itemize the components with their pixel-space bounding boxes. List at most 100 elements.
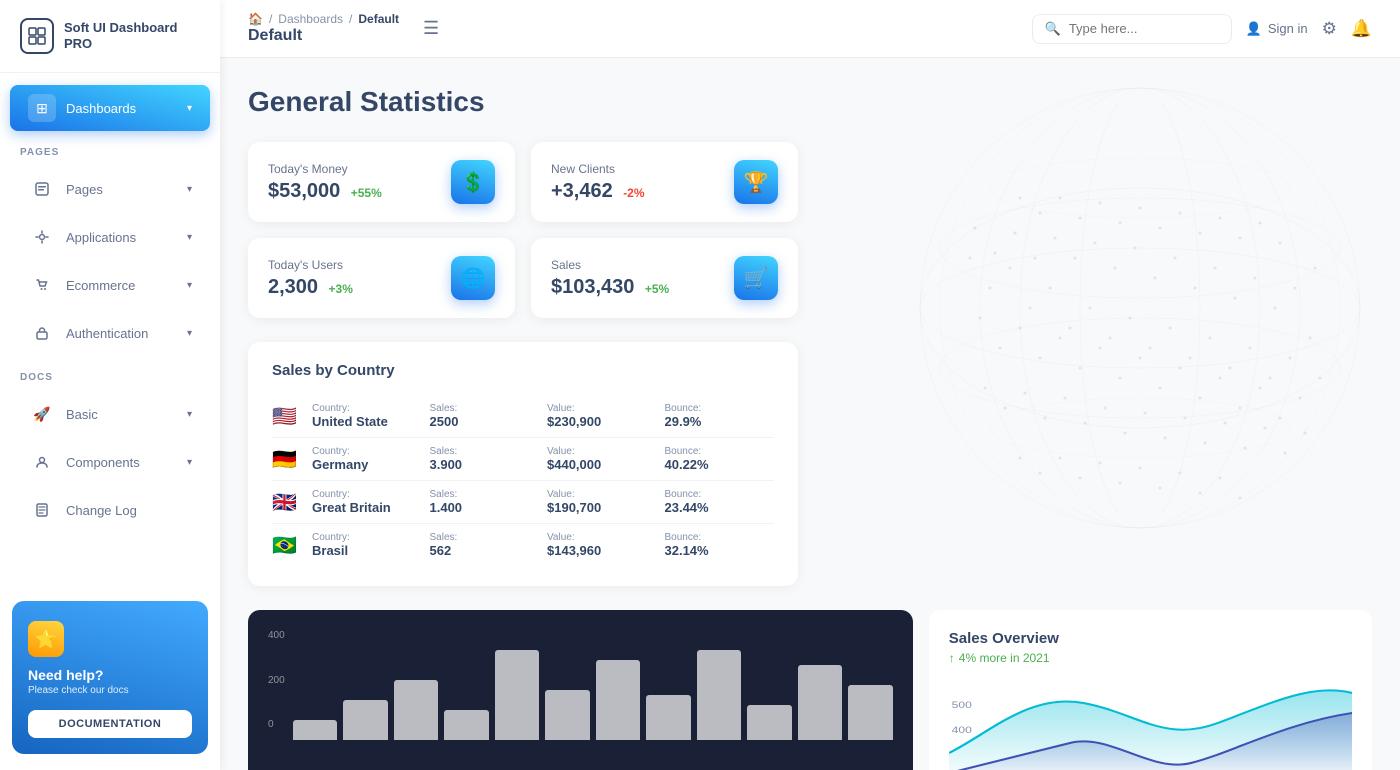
- country-row-br: 🇧🇷 Country: Brasil Sales: 562 Value: $14…: [272, 524, 774, 566]
- sidebar-item-ecommerce[interactable]: Ecommerce ▾: [10, 262, 210, 308]
- stat-label: Sales: [551, 258, 669, 272]
- stat-value: $103,430: [551, 276, 634, 298]
- search-box[interactable]: 🔍: [1032, 14, 1232, 44]
- settings-icon[interactable]: ⚙: [1322, 19, 1337, 39]
- bars-area: [293, 630, 893, 740]
- country-value: $143,960: [547, 543, 657, 558]
- stat-info-sales: Sales $103,430 +5%: [551, 258, 669, 299]
- pages-section-label: PAGES: [0, 133, 220, 164]
- stat-icon-money: 💲: [451, 160, 495, 204]
- stat-change: -2%: [623, 186, 644, 200]
- flag-br: 🇧🇷: [272, 533, 304, 558]
- country-name: Great Britain: [312, 500, 422, 515]
- svg-text:400: 400: [951, 725, 971, 735]
- sidebar-item-applications[interactable]: Applications ▾: [10, 214, 210, 260]
- search-icon: 🔍: [1045, 21, 1061, 37]
- flag-us: 🇺🇸: [272, 404, 304, 429]
- basic-icon: 🚀: [28, 400, 56, 428]
- breadcrumb-wrapper: 🏠 / Dashboards / Default Default: [248, 12, 399, 45]
- breadcrumb-dashboards[interactable]: Dashboards: [278, 12, 343, 26]
- sidebar-item-label: Change Log: [66, 503, 137, 518]
- country-name: Brasil: [312, 543, 422, 558]
- sidebar-item-components[interactable]: Components ▾: [10, 439, 210, 485]
- bar: [343, 700, 388, 740]
- flag-gb: 🇬🇧: [272, 490, 304, 515]
- sidebar-item-label: Components: [66, 455, 140, 470]
- stat-value: 2,300: [268, 276, 318, 298]
- home-icon[interactable]: 🏠: [248, 12, 263, 26]
- stat-card-sales: Sales $103,430 +5% 🛒: [531, 238, 798, 318]
- stats-grid: Today's Money $53,000 +55% 💲 New Clients…: [248, 142, 798, 318]
- sidebar-item-dashboards[interactable]: ⊞ Dashboards ▾: [10, 85, 210, 131]
- main-area: 🏠 / Dashboards / Default Default ☰ 🔍 👤 S…: [220, 0, 1400, 770]
- country-sales: 2500: [430, 414, 540, 429]
- stat-card-money: Today's Money $53,000 +55% 💲: [248, 142, 515, 222]
- stat-label: New Clients: [551, 162, 645, 176]
- sales-overview-card: Sales Overview ↑ 4% more in 2021: [929, 610, 1372, 770]
- bar: [596, 660, 641, 740]
- bar: [747, 705, 792, 740]
- sign-in-button[interactable]: 👤 Sign in: [1246, 21, 1308, 37]
- notifications-icon[interactable]: 🔔: [1351, 19, 1372, 39]
- sales-country-title: Sales by Country: [272, 362, 774, 379]
- arrow-up-icon: ↑: [949, 651, 955, 665]
- chevron-down-icon: ▾: [187, 232, 192, 243]
- help-title: Need help?: [28, 667, 192, 683]
- general-statistics-title: General Statistics: [248, 86, 1372, 118]
- country-value: $230,900: [547, 414, 657, 429]
- changelog-icon: [28, 496, 56, 524]
- bar: [495, 650, 540, 740]
- bar-container: [293, 640, 893, 740]
- sidebar-item-label: Pages: [66, 182, 103, 197]
- country-value: $440,000: [547, 457, 657, 472]
- ecommerce-icon: [28, 271, 56, 299]
- country-name: United State: [312, 414, 422, 429]
- country-sales: 3.900: [430, 457, 540, 472]
- dashboards-icon: ⊞: [28, 94, 56, 122]
- sidebar: Soft UI Dashboard PRO ⊞ Dashboards ▾ PAG…: [0, 0, 220, 770]
- country-value: $190,700: [547, 500, 657, 515]
- bar: [444, 710, 489, 740]
- components-icon: [28, 448, 56, 476]
- help-star-icon: ⭐: [28, 621, 64, 657]
- stat-value: +3,462: [551, 180, 613, 202]
- documentation-button[interactable]: DOCUMENTATION: [28, 710, 192, 738]
- sidebar-item-changelog[interactable]: Change Log: [10, 487, 210, 533]
- sidebar-item-pages[interactable]: Pages ▾: [10, 166, 210, 212]
- sign-in-label: Sign in: [1268, 21, 1308, 36]
- authentication-icon: [28, 319, 56, 347]
- flag-de: 🇩🇪: [272, 447, 304, 472]
- stat-card-users: Today's Users 2,300 +3% 🌐: [248, 238, 515, 318]
- stat-label: Today's Users: [268, 258, 353, 272]
- applications-icon: [28, 223, 56, 251]
- stat-value: $53,000: [268, 180, 340, 202]
- y-labels: 400 200 0: [268, 630, 285, 730]
- app-name: Soft UI Dashboard PRO: [64, 20, 200, 51]
- overview-subtitle: ↑ 4% more in 2021: [949, 651, 1352, 665]
- country-bounce: 40.22%: [665, 457, 775, 472]
- breadcrumb-current: Default: [358, 12, 399, 26]
- globe-decoration: [820, 58, 1400, 558]
- chevron-down-icon: ▾: [187, 103, 192, 114]
- chevron-down-icon: ▾: [187, 280, 192, 291]
- chevron-down-icon: ▾: [187, 184, 192, 195]
- bar: [697, 650, 742, 740]
- svg-text:500: 500: [951, 700, 971, 710]
- stat-change: +55%: [351, 186, 382, 200]
- chevron-down-icon: ▾: [187, 328, 192, 339]
- bar-chart-inner: 400 200 0: [268, 630, 893, 740]
- stat-icon-clients: 🏆: [734, 160, 778, 204]
- country-row-de: 🇩🇪 Country: Germany Sales: 3.900 Value: …: [272, 438, 774, 481]
- topbar: 🏠 / Dashboards / Default Default ☰ 🔍 👤 S…: [220, 0, 1400, 58]
- search-input[interactable]: [1069, 21, 1219, 36]
- sidebar-item-authentication[interactable]: Authentication ▾: [10, 310, 210, 356]
- bar: [545, 690, 590, 740]
- stat-change: +5%: [645, 282, 669, 296]
- sidebar-item-basic[interactable]: 🚀 Basic ▾: [10, 391, 210, 437]
- wave-chart: 500 400: [949, 673, 1352, 770]
- hamburger-icon[interactable]: ☰: [423, 18, 439, 39]
- sidebar-item-label: Authentication: [66, 326, 148, 341]
- content-area: General Statistics Today's Money $53,000…: [220, 58, 1400, 770]
- bar: [848, 685, 893, 740]
- docs-section-label: DOCS: [0, 358, 220, 389]
